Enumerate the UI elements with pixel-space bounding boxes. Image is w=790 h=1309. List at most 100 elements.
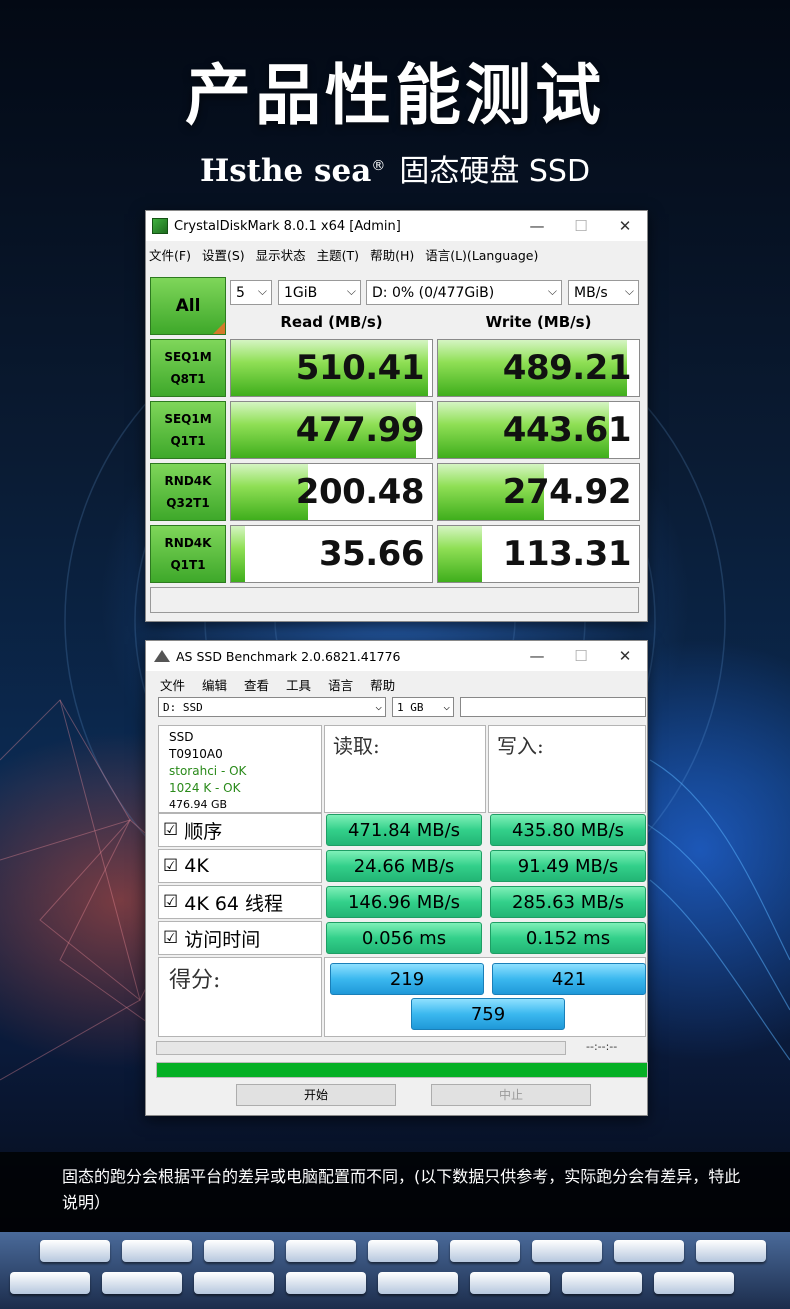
as-ssd-app-icon: [154, 650, 170, 662]
test-count-select[interactable]: 5 ⌵: [230, 280, 272, 305]
read-result-bar: [231, 526, 245, 582]
menu-file[interactable]: 文件(F): [149, 245, 191, 264]
cdm-result-row: RND4K Q32T1 200.48 274.92: [150, 463, 640, 521]
score-total-value: 759: [411, 998, 565, 1030]
write-result-value: 91.49 MB/s: [490, 850, 646, 882]
drive-value: D: SSD: [163, 700, 203, 714]
read-result-cell: 200.48: [230, 463, 433, 521]
product-subtitle: 固态硬盘 SSD: [399, 154, 591, 189]
abort-button[interactable]: 中止: [431, 1084, 591, 1106]
row-label-line1: SEQ1M: [164, 412, 212, 426]
menu-settings[interactable]: 设置(S): [202, 245, 245, 264]
read-result-cell: 477.99: [230, 401, 433, 459]
menu-language[interactable]: 语言(L)(Language): [425, 245, 538, 264]
score-write-value: 421: [492, 963, 646, 995]
test-size-select[interactable]: 1 GB ⌵: [392, 697, 454, 717]
keycap: [696, 1240, 766, 1262]
row-label-line1: RND4K: [164, 536, 212, 550]
keycap: [286, 1240, 356, 1262]
drive-capacity: 476.94 GB: [169, 798, 228, 811]
score-read-value: 219: [330, 963, 484, 995]
menu-tools[interactable]: 工具: [286, 675, 311, 694]
write-header: 写入:: [497, 734, 544, 758]
test-4k-checkbox[interactable]: ☑ 4K: [158, 849, 322, 883]
test-label: 4K: [184, 855, 209, 877]
test-button-rnd4k-q32t1[interactable]: RND4K Q32T1: [150, 463, 226, 521]
test-seq-checkbox[interactable]: ☑ 顺序: [158, 813, 322, 847]
write-header: Write (MB/s): [485, 313, 592, 331]
drive-value: D: 0% (0/477GiB): [372, 284, 495, 301]
drive-select[interactable]: D: SSD ⌵: [158, 697, 386, 717]
maximize-icon[interactable]: ☐: [559, 647, 603, 665]
read-result-value: 24.66 MB/s: [326, 850, 482, 882]
close-icon[interactable]: ✕: [603, 647, 647, 665]
checkbox-checked-icon: ☑: [163, 928, 179, 948]
asssd-titlebar: AS SSD Benchmark 2.0.6821.41776 — ☐ ✕: [146, 641, 647, 671]
read-result-value: 35.66: [318, 534, 425, 574]
checkbox-checked-icon: ☑: [163, 856, 179, 876]
keycap: [532, 1240, 602, 1262]
test-button-seq1m-q1t1[interactable]: SEQ1M Q1T1: [150, 401, 226, 459]
disclaimer-text: 固态的跑分会根据平台的差异或电脑配置而不同，(以下数据只供参考，实际跑分会有差异…: [62, 1167, 741, 1212]
menu-help[interactable]: 帮助: [370, 675, 395, 694]
cdm-status-bar: [150, 587, 639, 613]
checkbox-checked-icon: ☑: [163, 820, 179, 840]
keycap: [194, 1272, 274, 1294]
unit-select[interactable]: MB/s ⌵: [568, 280, 639, 305]
benchmark-progress-fill: [157, 1063, 647, 1077]
test-4k64-checkbox[interactable]: ☑ 4K 64 线程: [158, 885, 322, 919]
extra-field[interactable]: [460, 697, 646, 717]
row-label-line2: Q1T1: [170, 558, 206, 572]
read-column-header: 读取:: [324, 725, 486, 813]
row-label-line1: RND4K: [164, 474, 212, 488]
write-column-header: 写入:: [488, 725, 646, 813]
keycap: [614, 1240, 684, 1262]
time-progress-track: [156, 1041, 566, 1055]
test-button-seq1m-q8t1[interactable]: SEQ1M Q8T1: [150, 339, 226, 397]
keycap: [562, 1272, 642, 1294]
write-result-value: 113.31: [502, 534, 632, 574]
brand-name: Hsthe sea: [199, 153, 372, 189]
menu-file[interactable]: 文件: [160, 675, 185, 694]
menu-language[interactable]: 语言: [328, 675, 353, 694]
close-icon[interactable]: ✕: [603, 217, 647, 235]
chevron-down-icon: ⌵: [624, 284, 634, 298]
test-size-select[interactable]: 1GiB ⌵: [278, 280, 361, 305]
test-access-time-checkbox[interactable]: ☑ 访问时间: [158, 921, 322, 955]
chevron-down-icon: ⌵: [346, 284, 356, 298]
menu-view-status[interactable]: 显示状态: [256, 245, 306, 264]
keycap: [10, 1272, 90, 1294]
test-label: 4K 64 线程: [184, 892, 284, 915]
menu-view[interactable]: 查看: [244, 675, 269, 694]
maximize-icon[interactable]: ☐: [559, 217, 603, 235]
start-button[interactable]: 开始: [236, 1084, 396, 1106]
score-label-panel: 得分:: [158, 957, 322, 1037]
menu-theme[interactable]: 主题(T): [317, 245, 359, 264]
cdm-result-row: SEQ1M Q8T1 510.41 489.21: [150, 339, 640, 397]
keycap: [102, 1272, 182, 1294]
test-button-rnd4k-q1t1[interactable]: RND4K Q1T1: [150, 525, 226, 583]
unit-value: MB/s: [574, 284, 608, 301]
test-size-value: 1GiB: [284, 284, 318, 301]
all-button[interactable]: All: [150, 277, 226, 335]
test-size-value: 1 GB: [397, 700, 424, 714]
read-result-value: 0.056 ms: [326, 922, 482, 954]
write-result-value: 489.21: [502, 348, 632, 388]
row-label-line1: SEQ1M: [164, 350, 212, 364]
write-result-value: 274.92: [502, 472, 632, 512]
read-header: Read (MB/s): [280, 313, 383, 331]
minimize-icon[interactable]: —: [515, 217, 559, 235]
chevron-down-icon: ⌵: [257, 284, 267, 298]
write-result-value: 285.63 MB/s: [490, 886, 646, 918]
write-result-value: 0.152 ms: [490, 922, 646, 954]
drive-select[interactable]: D: 0% (0/477GiB) ⌵: [366, 280, 562, 305]
test-label: 顺序: [184, 820, 223, 843]
read-result-value: 477.99: [295, 410, 425, 450]
menu-help[interactable]: 帮助(H): [370, 245, 414, 264]
elapsed-time: --:--:--: [586, 1040, 618, 1053]
menu-edit[interactable]: 编辑: [202, 675, 227, 694]
write-result-value: 443.61: [502, 410, 632, 450]
minimize-icon[interactable]: —: [515, 647, 559, 665]
brand-line: Hsthe sea® 固态硬盘 SSD: [0, 146, 790, 190]
read-header: 读取:: [333, 734, 380, 758]
